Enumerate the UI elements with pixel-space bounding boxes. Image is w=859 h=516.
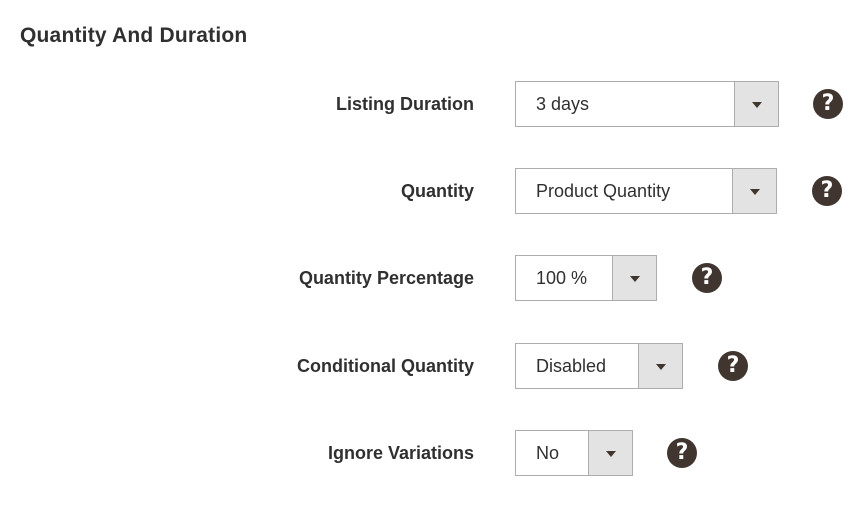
field-row-ignore-variations: Ignore Variations No ? (0, 430, 859, 476)
quantity-percentage-label: Quantity Percentage (298, 268, 474, 288)
ignore-variations-value: No (536, 443, 560, 463)
listing-duration-label: Listing Duration (336, 94, 474, 114)
ignore-variations-label: Ignore Variations (327, 443, 474, 463)
field-row-quantity-percentage: Quantity Percentage 100 % ? (0, 255, 859, 301)
question-circle-icon[interactable]: ? (692, 263, 722, 293)
conditional-quantity-label: Conditional Quantity (297, 356, 474, 376)
conditional-quantity-value: Disabled (536, 356, 607, 376)
question-circle-icon[interactable]: ? (667, 438, 697, 468)
chevron-down-icon (638, 344, 682, 388)
chevron-down-icon (612, 256, 656, 300)
listing-duration-value: 3 days (536, 94, 590, 114)
quantity-select[interactable]: Product Quantity (515, 168, 777, 214)
quantity-value: Product Quantity (536, 181, 671, 201)
quantity-percentage-value: 100 % (536, 268, 588, 288)
quantity-percentage-select[interactable]: 100 % (515, 255, 657, 301)
chevron-down-icon (588, 431, 632, 475)
chevron-down-icon (732, 169, 776, 213)
field-row-listing-duration: Listing Duration 3 days ? (0, 81, 859, 127)
quantity-label: Quantity (400, 181, 474, 201)
question-circle-icon[interactable]: ? (718, 351, 748, 381)
listing-duration-select[interactable]: 3 days (515, 81, 779, 127)
field-row-quantity: Quantity Product Quantity ? (0, 168, 859, 214)
question-circle-icon[interactable]: ? (812, 176, 842, 206)
chevron-down-icon (734, 82, 778, 126)
section-title: Quantity And Duration (20, 24, 248, 47)
question-circle-icon[interactable]: ? (813, 89, 843, 119)
quantity-duration-panel: Quantity And Duration Listing Duration 3… (0, 0, 859, 516)
field-row-conditional-quantity: Conditional Quantity Disabled ? (0, 343, 859, 389)
conditional-quantity-select[interactable]: Disabled (515, 343, 683, 389)
ignore-variations-select[interactable]: No (515, 430, 633, 476)
